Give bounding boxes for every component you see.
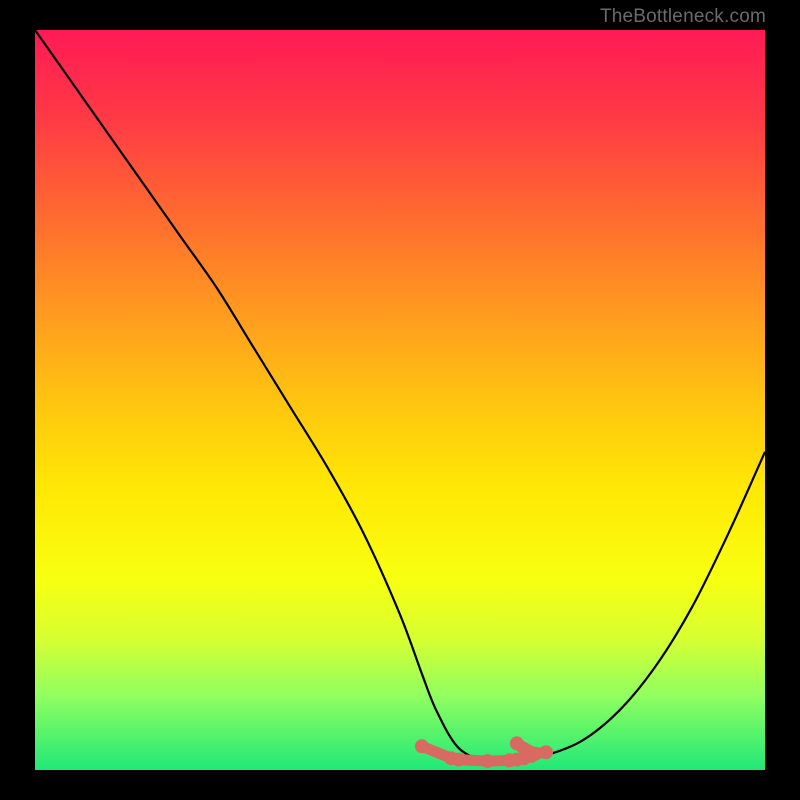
valley-point [510,736,524,750]
bottleneck-curve [35,30,765,764]
valley-markers [415,736,553,768]
valley-point [481,754,495,768]
valley-point [539,745,553,759]
valley-point [415,739,429,753]
chart-svg [35,30,765,770]
plot-area [35,30,765,770]
valley-point [451,753,465,767]
watermark-label: TheBottleneck.com [600,6,766,28]
chart-container: TheBottleneck.com [0,0,800,800]
